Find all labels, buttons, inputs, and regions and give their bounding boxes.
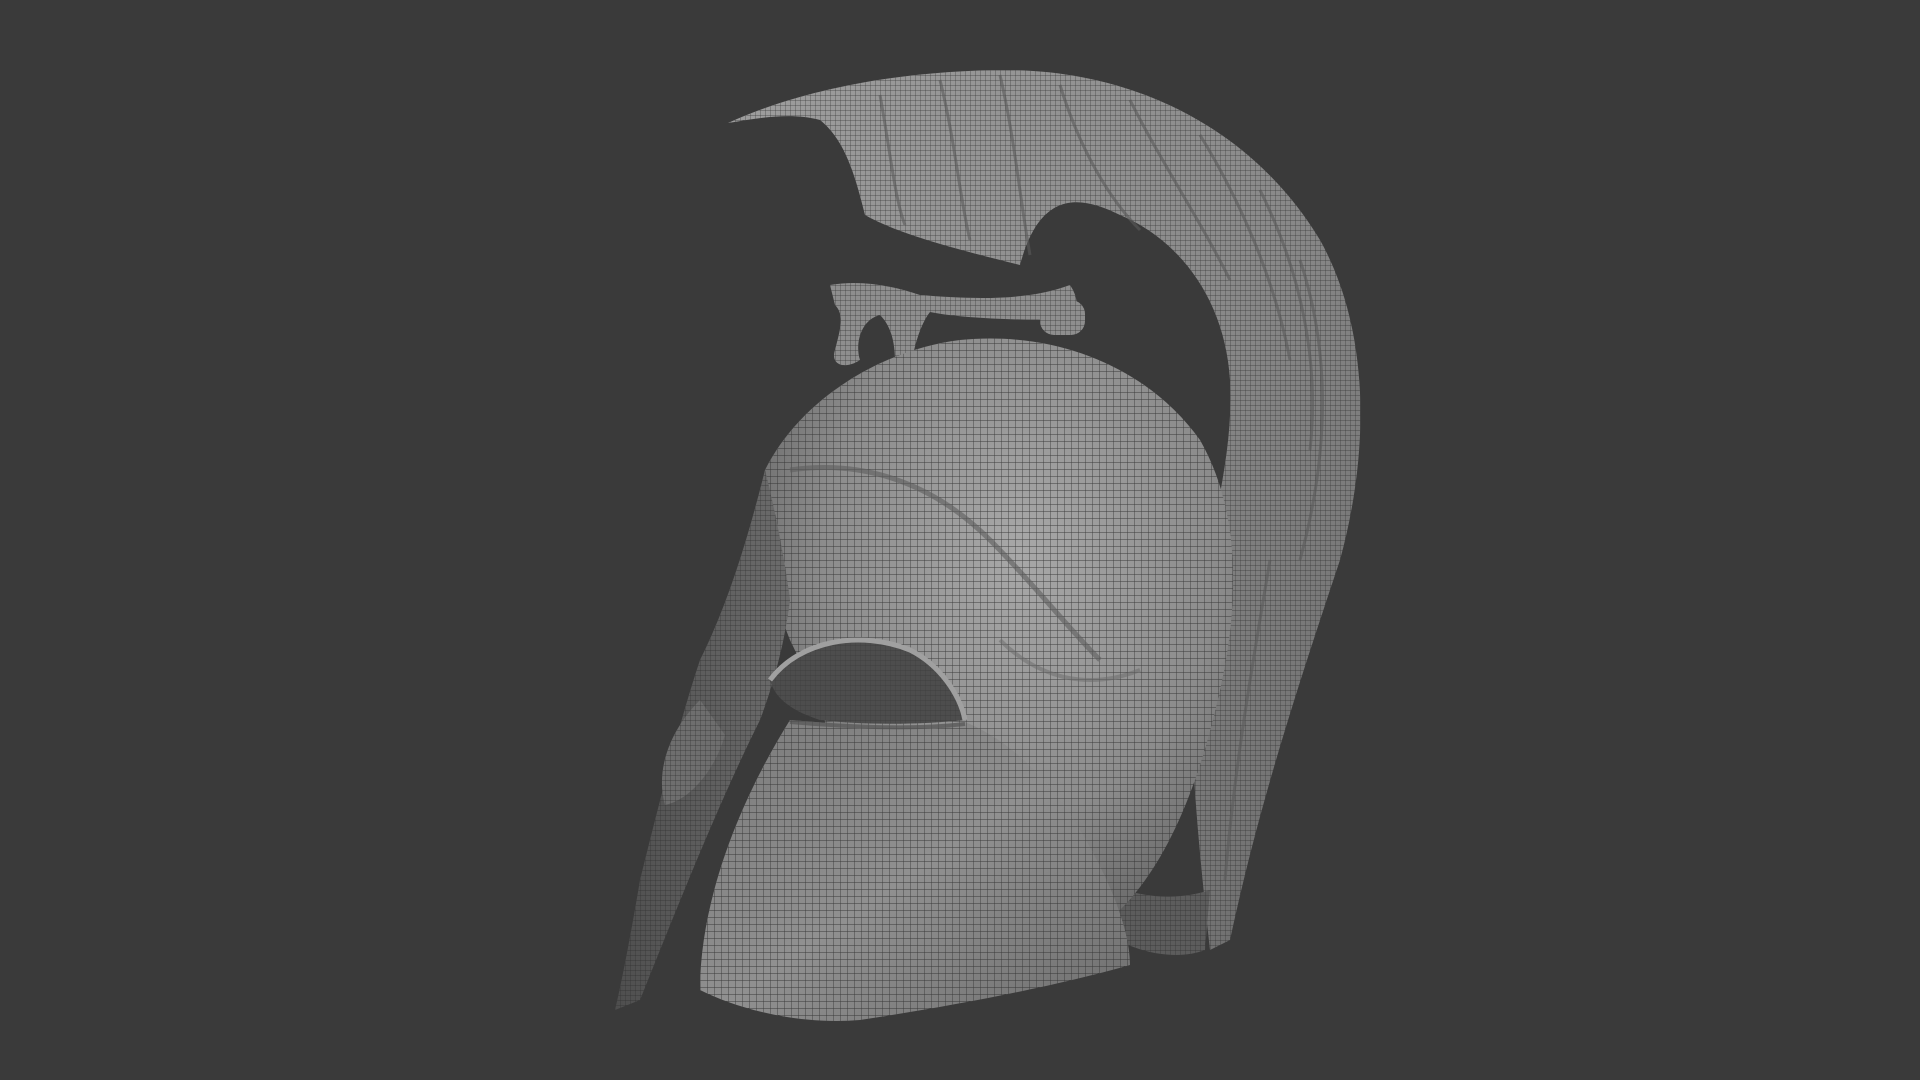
helmet-model-render[interactable] — [0, 0, 1920, 1080]
3d-viewport[interactable] — [0, 0, 1920, 1080]
